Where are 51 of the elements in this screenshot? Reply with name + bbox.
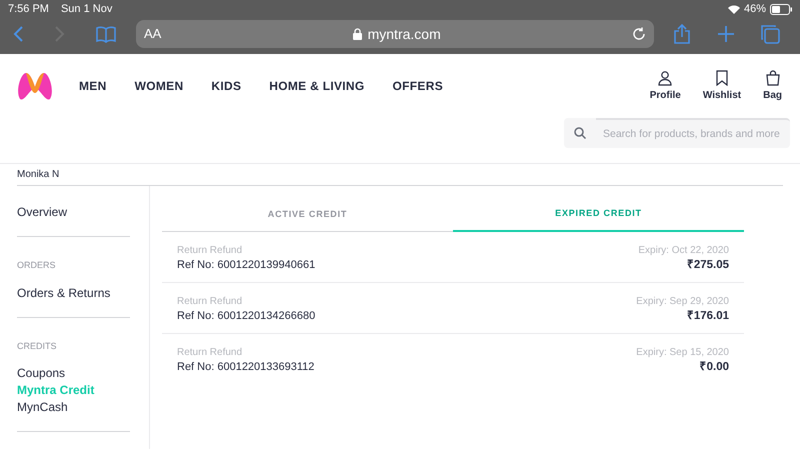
expiry-date: Expiry: Sep 29, 2020 [636,295,729,309]
expiry-date: Expiry: Oct 22, 2020 [638,244,729,258]
logo-icon[interactable] [17,71,53,101]
sidebar-link[interactable]: Overview [17,204,130,221]
reload-icon[interactable] [632,27,646,41]
person-icon [657,70,674,86]
sidebar-link[interactable]: MynCash [17,399,130,416]
nav-link[interactable]: OFFERS [392,77,443,95]
book-icon[interactable] [96,25,116,43]
action-label[interactable]: Wishlist [702,88,742,102]
bag-icon [764,70,781,86]
user-name: Monika N [17,168,60,182]
share-icon[interactable] [674,24,690,44]
battery-percent: 46% [744,2,766,17]
credit-amount: ₹0.00 [700,360,729,375]
lock-icon [352,28,362,40]
plus-icon[interactable] [718,26,734,42]
bookmark-icon [714,70,729,86]
sidebar-link[interactable]: Coupons [17,365,130,382]
nav-link[interactable]: HOME & LIVING [269,77,365,95]
reference-number: Ref No: 6001220133693112 [177,360,314,374]
sidebar-heading: ORDERS [17,259,57,272]
nav-link[interactable]: KIDS [211,77,242,95]
status-date: Sun 1 Nov [60,2,112,17]
credit-type: Return Refund [177,346,244,360]
url-text: myntra.com [368,24,441,44]
expiry-date: Expiry: Sep 15, 2020 [636,346,729,360]
action-label[interactable]: Profile [650,88,681,102]
header-action[interactable]: Wishlist [702,70,742,102]
text-size-button[interactable]: AA [144,24,162,44]
search-field[interactable]: Search for products, brands and more [596,118,790,148]
battery-icon [770,4,792,14]
credit-amount: ₹176.01 [686,309,729,324]
action-label[interactable]: Bag [763,88,782,102]
search-icon[interactable] [564,118,596,148]
nav-link[interactable]: WOMEN [134,77,184,95]
back-icon[interactable] [12,25,24,43]
header-action[interactable]: Profile [650,70,681,102]
sidebar-link[interactable]: Orders & Returns [17,284,130,302]
credit-type: Return Refund [177,244,244,258]
wifi-icon [728,4,740,14]
credit-amount: ₹275.05 [686,258,729,273]
sidebar-heading: CREDITS [17,340,58,352]
tabs-icon[interactable] [760,24,780,44]
header-action[interactable]: Bag [763,70,782,102]
credit-type: Return Refund [177,295,244,309]
status-time: 7:56 PM [8,2,49,17]
reference-number: Ref No: 6001220139940661 [177,258,316,272]
nav-link[interactable]: MEN [79,77,107,95]
reference-number: Ref No: 6001220134266680 [177,309,316,323]
address-bar[interactable]: AA myntra.com [136,20,654,48]
